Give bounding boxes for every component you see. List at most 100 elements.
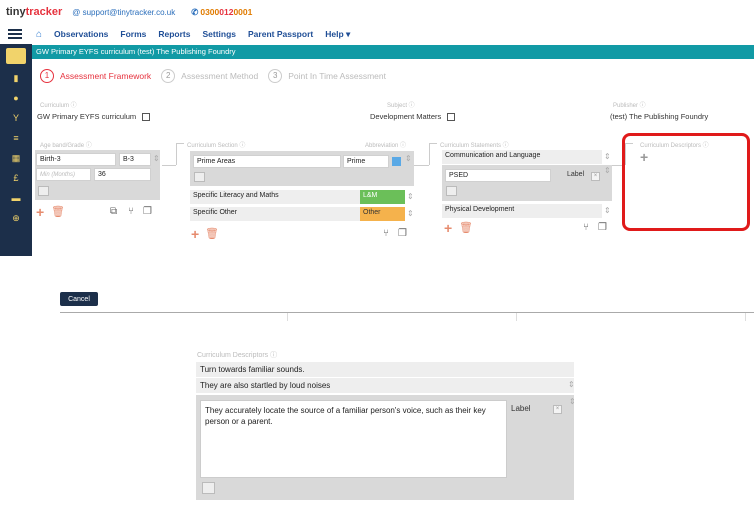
statement-name-input[interactable]: PSED — [445, 169, 551, 182]
abbreviation-label: Abbreviation ⓘ — [365, 143, 407, 149]
drag-handle-icon[interactable]: ⇕ — [604, 167, 611, 175]
edit-subject-icon[interactable] — [447, 112, 456, 121]
tinytracker-logo[interactable]: tinytracker — [6, 6, 62, 18]
sidebar-message-icon[interactable]: ▬ — [10, 192, 22, 204]
restore-icon[interactable] — [194, 172, 205, 182]
statement-item[interactable]: Communication and Language — [442, 150, 602, 164]
highlight-box — [622, 133, 750, 231]
step-2-label[interactable]: Assessment Method — [181, 71, 258, 81]
connector-line — [176, 143, 177, 165]
sidebar-person-icon[interactable]: ● — [10, 92, 22, 104]
subject-value-text: Development Matters — [370, 112, 442, 121]
drag-handle-icon[interactable]: ⇕ — [405, 155, 412, 163]
phone-icon: ✆ — [191, 6, 199, 17]
drag-handle-icon[interactable]: ⇕ — [569, 398, 576, 406]
move-icon[interactable]: ⧉ — [110, 206, 117, 218]
support-email[interactable]: @ support@tinytracker.co.uk — [72, 8, 175, 17]
divider — [60, 312, 754, 313]
hamburger-menu-icon[interactable] — [8, 29, 22, 39]
nav-forms[interactable]: Forms — [120, 29, 146, 39]
drag-handle-icon[interactable]: ⇕ — [407, 193, 414, 201]
connector-line — [429, 143, 430, 165]
max-months-input[interactable]: 36 — [94, 168, 151, 181]
logo-part1: tiny — [6, 6, 26, 18]
descriptor-item[interactable]: Turn towards familiar sounds. — [196, 362, 574, 377]
clear-icon[interactable]: × — [553, 405, 562, 414]
subject-label: Subject ⓘ — [387, 103, 415, 109]
sidebar-child-icon[interactable]: Y — [10, 112, 22, 124]
cancel-button[interactable]: Cancel — [60, 292, 98, 306]
divider-tick — [745, 313, 746, 321]
nav-help[interactable]: Help ▾ — [325, 29, 350, 40]
divider-tick — [287, 313, 288, 321]
copy-icon[interactable]: ❐ — [143, 206, 152, 218]
step-3-label[interactable]: Point In Time Assessment — [288, 71, 386, 81]
sidebar-book-icon[interactable]: ▮ — [10, 72, 22, 84]
step-3-number[interactable]: 3 — [268, 69, 283, 83]
drag-handle-icon[interactable]: ⇕ — [604, 207, 611, 215]
descriptor-label-text: Label — [511, 404, 531, 413]
edit-curriculum-icon[interactable] — [142, 112, 151, 121]
drag-handle-icon[interactable]: ⇕ — [153, 155, 160, 163]
nav-parent-passport[interactable]: Parent Passport — [248, 29, 313, 39]
drag-handle-icon[interactable]: ⇕ — [604, 153, 611, 161]
section-name-input[interactable]: Prime Areas — [193, 155, 341, 168]
phone-part-c: 0001 — [233, 7, 253, 17]
statement-label-text: Label — [567, 171, 585, 178]
phone-part-a: 0300 — [200, 7, 220, 17]
section-abbr-input[interactable]: Prime — [343, 155, 389, 168]
curriculum-label: Curriculum ⓘ — [40, 103, 77, 109]
section-abbr-tag: Other — [360, 207, 405, 221]
descriptor-textarea[interactable]: They accurately locate the source of a f… — [200, 400, 507, 478]
branch-icon[interactable]: ⑂ — [128, 206, 134, 218]
phone-part-b: 012 — [219, 7, 234, 17]
restore-icon[interactable] — [446, 186, 457, 196]
add-section-icon[interactable]: + — [191, 227, 199, 241]
sidebar-chart-icon[interactable]: ▦ — [10, 152, 22, 164]
curriculum-title-bar: GW Primary EYFS curriculum (test) The Pu… — [32, 45, 754, 59]
drag-handle-icon[interactable]: ⇕ — [568, 381, 575, 389]
step-2-number[interactable]: 2 — [161, 69, 176, 83]
drag-handle-icon[interactable]: ⇕ — [407, 210, 414, 218]
section-item[interactable]: Specific Other — [190, 207, 360, 221]
copy-icon[interactable]: ❐ — [598, 222, 607, 234]
restore-icon[interactable] — [202, 482, 215, 494]
sidebar-pound-icon[interactable]: £ — [10, 172, 22, 184]
support-phone[interactable]: ✆ 0300 012 0001 — [191, 7, 252, 18]
delete-statement-icon[interactable]: 🗑 — [459, 221, 473, 235]
statement-item[interactable]: Physical Development — [442, 204, 602, 218]
branch-icon[interactable]: ⑂ — [383, 228, 389, 240]
branch-icon[interactable]: ⑂ — [583, 222, 589, 234]
statements-label: Curriculum Statements ⓘ — [440, 143, 509, 149]
add-statement-icon[interactable]: + — [444, 221, 452, 235]
section-item[interactable]: Specific Literacy and Maths — [190, 190, 360, 204]
divider-tick — [516, 313, 517, 321]
nav-observations[interactable]: Observations — [54, 29, 108, 39]
descriptor-item[interactable]: They are also startled by loud noises — [196, 378, 574, 393]
age-band-name-input[interactable]: Birth-3 — [36, 153, 116, 166]
sidebar-list-icon[interactable]: ≡ — [10, 132, 22, 144]
nav-settings[interactable]: Settings — [202, 29, 236, 39]
sidebar-add-icon[interactable]: ⊕ — [10, 212, 22, 224]
step-1-label[interactable]: Assessment Framework — [60, 71, 151, 81]
color-swatch[interactable] — [392, 157, 401, 166]
wizard-steps: 1 Assessment Framework 2 Assessment Meth… — [40, 69, 390, 83]
copy-icon[interactable]: ❐ — [398, 228, 407, 240]
min-months-input[interactable]: Min (Months) — [36, 168, 91, 181]
connector-line — [414, 165, 429, 166]
delete-age-band-icon[interactable]: 🗑 — [51, 205, 65, 219]
add-age-band-icon[interactable]: + — [36, 205, 44, 219]
nav-reports[interactable]: Reports — [158, 29, 190, 39]
restore-icon[interactable] — [38, 186, 49, 196]
curriculum-value: GW Primary EYFS curriculum — [37, 112, 151, 121]
section-label: Curriculum Section ⓘ — [187, 143, 246, 149]
connector-line — [162, 165, 176, 166]
home-icon[interactable]: ⌂ — [36, 29, 42, 40]
clear-icon[interactable]: × — [591, 172, 600, 181]
subject-value: Development Matters — [370, 112, 456, 121]
connector-line — [429, 143, 437, 144]
delete-section-icon[interactable]: 🗑 — [205, 227, 219, 241]
step-1-number[interactable]: 1 — [40, 69, 54, 83]
sidebar-dashboard-icon[interactable] — [6, 48, 26, 64]
age-band-code-input[interactable]: B-3 — [119, 153, 151, 166]
